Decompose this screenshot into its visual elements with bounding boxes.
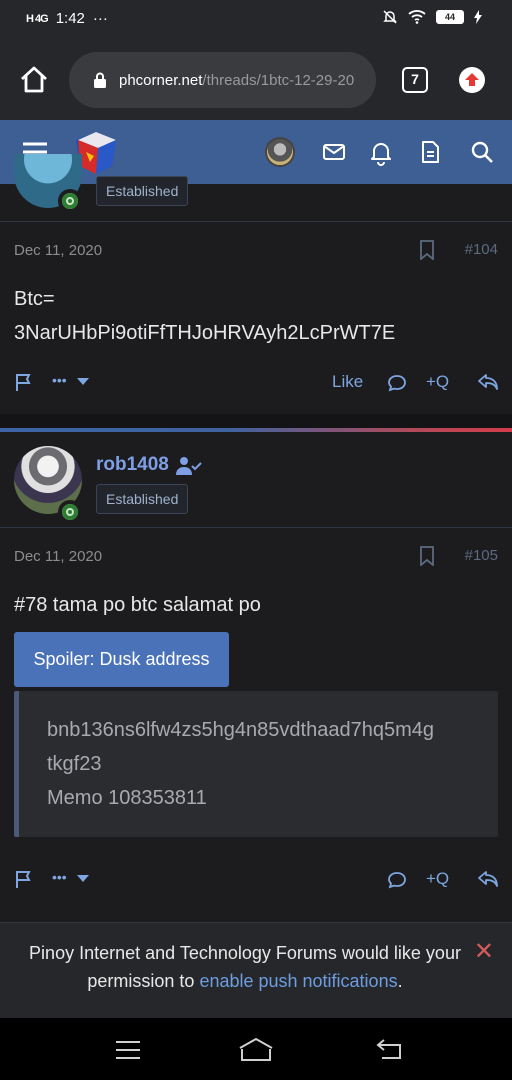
url-path: /threads/1btc-12-29-20 (202, 71, 355, 89)
account-avatar[interactable] (265, 137, 295, 167)
spoiler-content: bnb136ns6lfw4zs5hg4n85vdthaad7hq5m4g tkg… (14, 691, 498, 837)
spoiler-line: bnb136ns6lfw4zs5hg4n85vdthaad7hq5m4g (47, 719, 434, 741)
post-number[interactable]: #105 (465, 547, 498, 564)
status-dots: ··· (92, 10, 108, 27)
like-button[interactable]: Like (332, 372, 363, 392)
url-domain: phcorner.net (119, 71, 203, 89)
post-body-line: Btc= (14, 288, 55, 310)
home-icon[interactable] (18, 64, 50, 96)
browser-toolbar: phcorner.net/threads/1btc-12-29-20 7 (0, 40, 512, 120)
post-date[interactable]: Dec 11, 2020 (14, 548, 102, 565)
spoiler-button[interactable]: Spoiler: Dusk address (14, 632, 229, 687)
post-separator (0, 414, 512, 428)
lock-icon (94, 72, 106, 88)
post-meta: Dec 11, 2020 #104 (0, 222, 512, 280)
post-104: Established Dec 11, 2020 #104 Btc= 3NarU… (0, 154, 512, 414)
more-options-button[interactable]: ••• (52, 372, 67, 388)
spoiler-line: tkgf23 (47, 753, 102, 775)
post-body: Btc= 3NarUHbPi9otiFfTHJoHRVAyh2LcPrWT7E (0, 280, 512, 350)
user-title-badge: Established (96, 176, 189, 206)
report-flag-icon[interactable] (14, 869, 34, 889)
close-banner-button[interactable]: ✕ (474, 937, 494, 966)
bell-icon[interactable] (367, 138, 395, 166)
post-date[interactable]: Dec 11, 2020 (14, 242, 102, 259)
enable-notifications-link[interactable]: enable push notifications (199, 971, 397, 991)
post-actions: ••• Like +Q (0, 350, 512, 414)
thread-content: Established Dec 11, 2020 #104 Btc= 3NarU… (0, 154, 512, 915)
banner-text-end: . (397, 971, 403, 991)
post-user-header: Established (0, 154, 512, 222)
back-nav-icon[interactable] (376, 1038, 404, 1060)
address-bar[interactable]: phcorner.net/threads/1btc-12-29-20 (69, 52, 376, 108)
chevron-down-icon[interactable] (77, 875, 89, 883)
search-icon[interactable] (468, 138, 496, 166)
arrow-up-icon (465, 73, 479, 86)
user-title-badge: Established (96, 484, 189, 514)
comment-icon[interactable] (387, 871, 407, 889)
tab-switcher-button[interactable]: 7 (402, 67, 428, 93)
mute-icon (383, 10, 397, 24)
online-indicator (58, 500, 82, 524)
chevron-down-icon[interactable] (77, 378, 89, 386)
clock: 1:42 (55, 10, 85, 27)
post-number[interactable]: #104 (465, 241, 498, 258)
document-icon[interactable] (416, 138, 444, 166)
bookmark-icon[interactable] (419, 240, 435, 260)
upload-button[interactable] (459, 67, 485, 93)
push-notification-banner: Pinoy Internet and Technology Forums wou… (0, 922, 512, 1018)
banner-message: Pinoy Internet and Technology Forums wou… (20, 939, 470, 995)
battery-level: 44 (436, 10, 464, 24)
user-check-icon (176, 457, 202, 475)
bookmark-icon[interactable] (419, 546, 435, 566)
spoiler-line: Memo 108353811 (47, 787, 207, 809)
post-meta: Dec 11, 2020 #105 (0, 528, 512, 586)
recent-apps-icon[interactable] (115, 1040, 141, 1060)
wifi-icon (408, 10, 426, 24)
comment-icon[interactable] (387, 374, 407, 392)
reply-icon[interactable] (477, 372, 499, 392)
post-105: rob1408 Established Dec 11, 2020 #105 #7… (0, 432, 512, 915)
quote-button[interactable]: +Q (426, 869, 449, 889)
username-link[interactable]: rob1408 (96, 454, 169, 476)
report-flag-icon[interactable] (14, 372, 34, 392)
mail-icon[interactable] (320, 138, 348, 166)
reply-icon[interactable] (477, 869, 499, 889)
signal-indicator: H 4G (26, 12, 49, 25)
home-nav-icon[interactable] (238, 1036, 274, 1062)
post-user-header: rob1408 Established (0, 432, 512, 528)
system-navigation-bar (0, 1018, 512, 1080)
status-bar: H 4G 1:42 ··· 44 (0, 0, 512, 40)
post-body: #78 tama po btc salamat po (14, 594, 261, 616)
charging-icon (474, 10, 482, 24)
more-options-button[interactable]: ••• (52, 869, 67, 885)
post-actions: ••• +Q (0, 837, 512, 915)
online-indicator (58, 189, 82, 213)
post-body-line: 3NarUHbPi9otiFfTHJoHRVAyh2LcPrWT7E (14, 322, 396, 344)
quote-button[interactable]: +Q (426, 372, 449, 392)
